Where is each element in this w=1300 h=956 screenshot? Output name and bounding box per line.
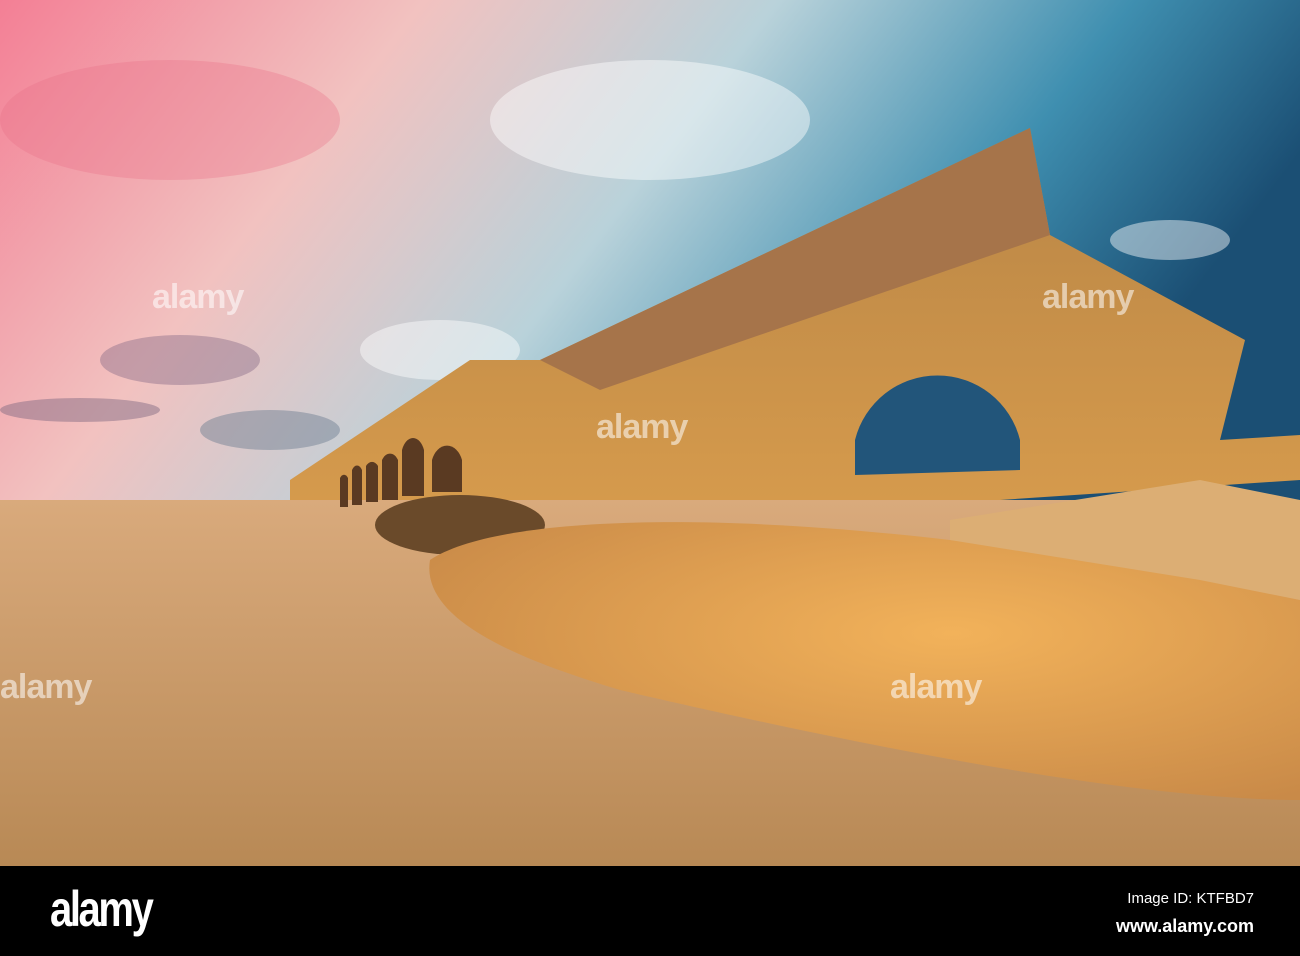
image-id: Image ID: KTFBD7 xyxy=(1127,890,1254,907)
footer-bar: alamy Image ID: KTFBD7 www.alamy.com xyxy=(0,866,1300,956)
website-link[interactable]: www.alamy.com xyxy=(1116,916,1254,937)
watermark: alamy xyxy=(152,278,244,316)
watermark: alamy xyxy=(1042,278,1134,316)
aqueduct-photo: alamy alamy alamy alamy alamy xyxy=(0,0,1300,866)
watermark: alamy xyxy=(596,408,688,446)
alamy-logo: alamy xyxy=(50,881,154,937)
watermark: alamy xyxy=(890,668,982,706)
watermark: alamy xyxy=(0,668,92,706)
